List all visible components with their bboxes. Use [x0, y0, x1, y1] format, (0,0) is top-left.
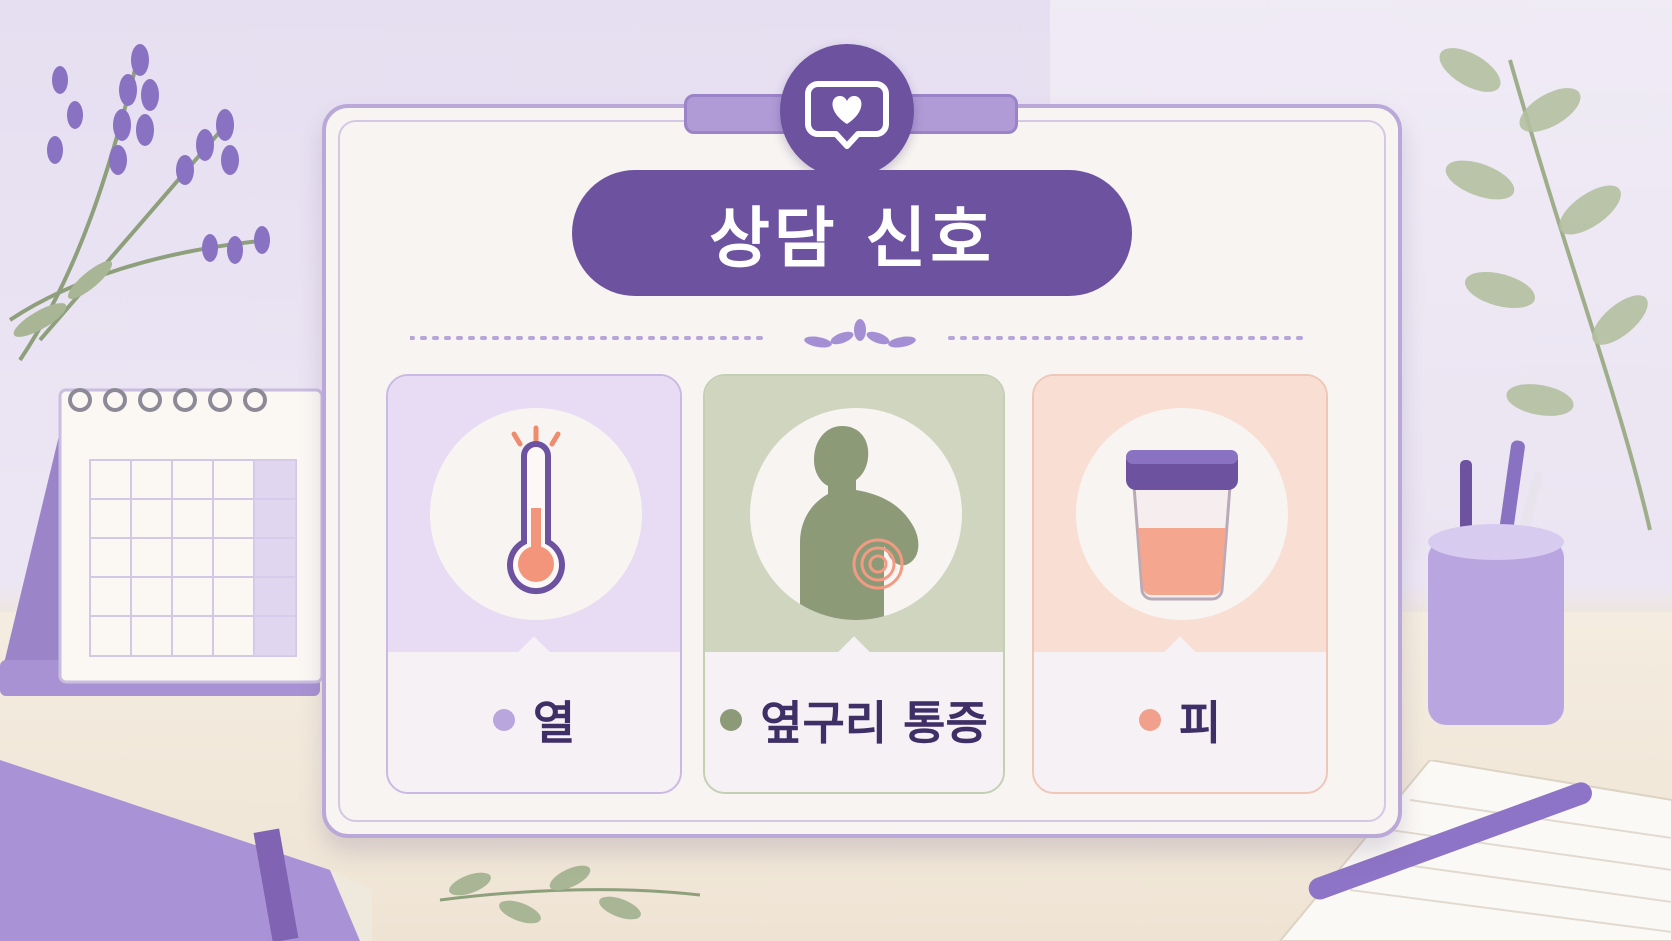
bullet-dot [1138, 709, 1161, 731]
page-title: 상담 신호 [709, 200, 995, 277]
sprig-decoration [439, 865, 701, 924]
icon-circle [750, 408, 962, 620]
thermometer-icon [507, 425, 565, 594]
lavender-decoration [8, 44, 271, 362]
signal-card-flank-pain: 옆구리 통증 [703, 374, 1005, 794]
signal-label-row: 옆구리 통증 [705, 688, 1003, 752]
signal-label-row: 피 [1034, 688, 1326, 752]
signal-label: 열 [532, 696, 576, 750]
icon-circle [1076, 408, 1288, 620]
desk-calendar-decoration [0, 388, 324, 696]
ornamental-divider [410, 319, 1310, 348]
flank-pain-silhouette-icon [800, 426, 919, 620]
heart-speech-bubble-icon [805, 81, 889, 149]
signal-card-fever: 열 [386, 374, 682, 794]
signal-label-row: 열 [388, 688, 680, 752]
header-badge [780, 44, 914, 178]
bullet-dot [720, 709, 743, 731]
signal-label: 피 [1178, 696, 1222, 750]
title-banner: 상담 신호 [572, 170, 1132, 296]
icon-circle [430, 408, 642, 620]
signal-card-blood: 피 [1032, 374, 1328, 794]
bullet-dot [492, 709, 515, 731]
signal-label: 옆구리 통증 [760, 696, 988, 750]
specimen-cup-icon [1126, 450, 1238, 601]
pen-holder-decoration [1428, 440, 1564, 725]
